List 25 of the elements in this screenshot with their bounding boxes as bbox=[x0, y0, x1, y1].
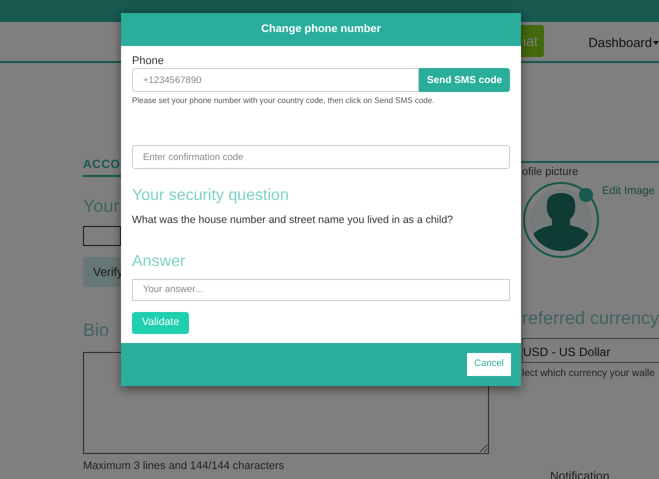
currency-hint: lect which currency your walle bbox=[522, 366, 656, 380]
currency-select[interactable]: USD - US Dollar bbox=[522, 338, 659, 362]
avatar-icon bbox=[522, 180, 600, 258]
text-field[interactable] bbox=[83, 226, 121, 246]
dashboard-menu[interactable]: Dashboard bbox=[588, 33, 652, 52]
phone-field[interactable]: +1234567890 bbox=[132, 68, 419, 92]
caret-icon bbox=[653, 40, 659, 45]
currency-label: referred currency bbox=[522, 306, 659, 330]
bio-hint: Maximum 3 lines and 144/144 characters bbox=[83, 459, 286, 474]
section-heading: ACCO bbox=[83, 156, 120, 173]
edit-image-link[interactable]: Edit Image bbox=[602, 182, 655, 199]
validate-button[interactable]: Validate bbox=[132, 312, 190, 334]
answer-field[interactable]: Your answer... bbox=[132, 278, 510, 301]
dialog-title: Change phone number bbox=[261, 22, 381, 38]
confirmation-code-field[interactable]: Enter confirmation code bbox=[132, 145, 510, 169]
security-question-text: What was the house number and street name you lived in as a child? bbox=[132, 213, 454, 228]
answer-heading: Answer bbox=[132, 252, 186, 272]
phone-label: Phone bbox=[132, 55, 165, 68]
bio-label: Bio bbox=[83, 319, 110, 342]
phone-help-text: Please set your phone number with your country code, then click on Send SMS code. bbox=[132, 95, 436, 107]
security-question-heading: Your security question bbox=[132, 186, 290, 206]
subheading: Your bbox=[83, 195, 120, 218]
cancel-button[interactable]: Cancel bbox=[467, 352, 511, 376]
profile-picture-label: ofile picture bbox=[522, 165, 580, 180]
send-sms-button[interactable]: Send SMS code bbox=[418, 68, 510, 92]
